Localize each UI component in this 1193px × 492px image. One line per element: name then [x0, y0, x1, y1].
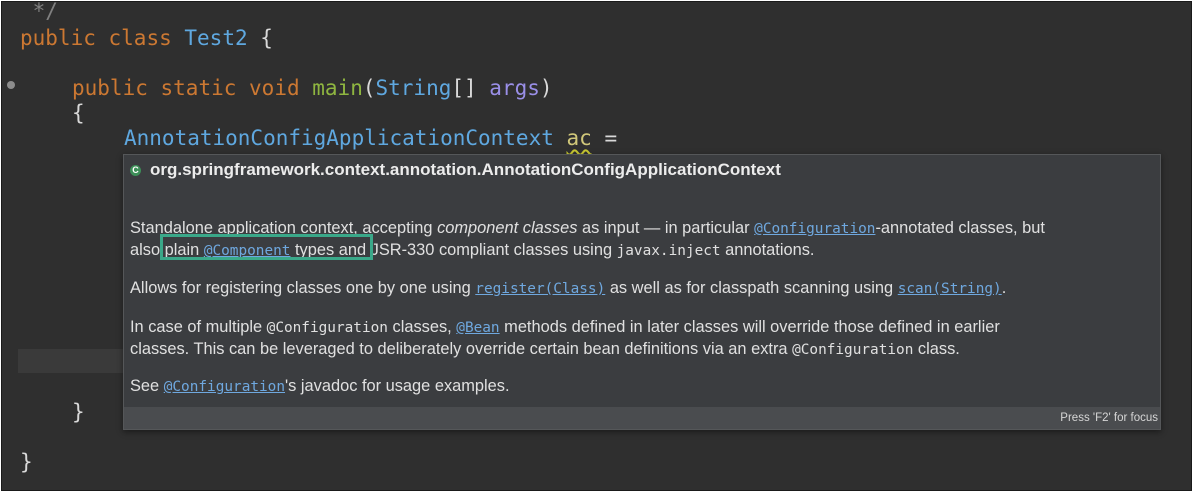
assignment: =	[591, 126, 618, 150]
doc-code: @Configuration	[792, 342, 914, 358]
method-name[interactable]: main	[312, 76, 363, 100]
doc-text: as input — in particular	[577, 219, 755, 237]
keyword-void: void	[249, 76, 300, 100]
doc-paragraph-2: Allows for registering classes one by on…	[130, 278, 1156, 300]
keyword-class: class	[108, 26, 172, 50]
doc-text: classes. This can be leveraged to delibe…	[130, 340, 793, 358]
declaration-line[interactable]: AnnotationConfigApplicationContext ac =	[124, 125, 617, 151]
method-open-brace: {	[72, 101, 85, 125]
keyword-public: public	[20, 26, 96, 50]
scan-link[interactable]: scan(String)	[898, 281, 1002, 297]
doc-text: In case of multiple	[130, 318, 267, 336]
register-link[interactable]: register(Class)	[475, 281, 605, 297]
configuration-javadoc-link[interactable]: @Configuration	[164, 379, 285, 395]
doc-text: classes,	[387, 318, 457, 336]
doc-text: Allows for registering classes one by on…	[130, 279, 476, 297]
class-close-brace: }	[20, 450, 33, 474]
doc-text: annotations.	[720, 241, 815, 259]
configuration-link[interactable]: @Configuration	[754, 221, 875, 237]
bean-link[interactable]: @Bean	[456, 320, 499, 336]
doc-text: 's javadoc for usage examples.	[285, 377, 510, 395]
variable-ac[interactable]: ac	[567, 126, 592, 150]
param-type[interactable]: String	[376, 76, 452, 100]
breakpoint-marker-icon[interactable]	[7, 81, 15, 89]
main-method-line[interactable]: public static void main(String[] args)	[72, 75, 553, 101]
focus-hint: Press 'F2' for focus	[1060, 412, 1158, 424]
annotation-highlight-box	[160, 234, 373, 260]
javadoc-popup[interactable]: C org.springframework.context.annotation…	[123, 154, 1161, 430]
keyword-static: static	[160, 76, 237, 100]
doc-code: @Configuration	[266, 320, 388, 336]
hovered-type-name[interactable]: AnnotationConfigApplicationContext	[124, 126, 554, 150]
doc-text: as well as for classpath scanning using	[605, 279, 898, 297]
doc-paragraph-3: In case of multiple @Configuration class…	[130, 317, 1156, 361]
doc-text: See	[130, 377, 164, 395]
doc-text: -annotated classes, but	[875, 219, 1045, 237]
param-name[interactable]: args	[489, 76, 540, 100]
doc-paragraph-4: See @Configuration's javadoc for usage e…	[130, 376, 1156, 398]
open-brace: {	[260, 26, 273, 50]
code-editor[interactable]: */ public class Test2 { public static vo…	[1, 1, 1192, 491]
comment-end: */	[20, 1, 58, 23]
doc-code: javax.inject	[616, 243, 721, 259]
keyword-public: public	[72, 76, 148, 100]
class-icon: C	[130, 164, 141, 176]
popup-header: C org.springframework.context.annotation…	[130, 159, 781, 181]
doc-text: methods defined in later classes will ov…	[499, 318, 1000, 336]
open-paren: (	[362, 76, 376, 100]
doc-text: class.	[913, 340, 960, 358]
class-name[interactable]: Test2	[184, 26, 247, 50]
doc-italic-text: component classes	[437, 219, 578, 237]
close-paren: )	[539, 76, 553, 100]
popup-title: org.springframework.context.annotation.A…	[150, 160, 781, 179]
doc-text: .	[1001, 279, 1007, 297]
method-close-brace: }	[72, 400, 85, 424]
popup-footer: Press 'F2' for focus	[124, 407, 1160, 429]
current-line-highlight	[18, 349, 128, 373]
array-brackets: []	[451, 76, 490, 100]
class-declaration-line[interactable]: public class Test2 {	[20, 25, 273, 51]
